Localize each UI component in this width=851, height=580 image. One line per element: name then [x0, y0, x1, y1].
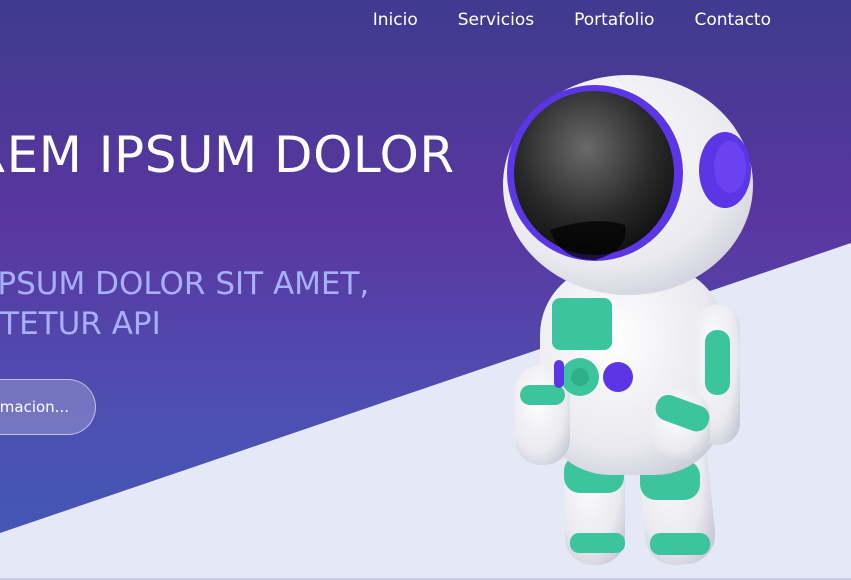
- hero-section: Inicio Servicios Portafolio Contacto LOR…: [0, 0, 851, 580]
- nav-link-servicios[interactable]: Servicios: [458, 10, 534, 30]
- hero-title: LOREM IPSUM DOLOR: [0, 126, 455, 184]
- hero-subtitle-line-2: CONSECTETUR API: [0, 306, 161, 342]
- hero-subtitle: LOREM IPSUM DOLOR SIT AMET, CONSECTETUR …: [0, 264, 369, 344]
- nav-link-portafolio[interactable]: Portafolio: [574, 10, 654, 30]
- astronaut-illustration: [503, 75, 753, 566]
- nav-link-contacto[interactable]: Contacto: [694, 10, 771, 30]
- more-info-button[interactable]: Mas informacion...: [0, 379, 96, 435]
- main-nav: Inicio Servicios Portafolio Contacto: [373, 10, 771, 30]
- hero-subtitle-line-1: LOREM IPSUM DOLOR SIT AMET,: [0, 266, 370, 302]
- more-info-button-label: Mas informacion...: [0, 398, 69, 416]
- nav-link-inicio[interactable]: Inicio: [373, 10, 418, 30]
